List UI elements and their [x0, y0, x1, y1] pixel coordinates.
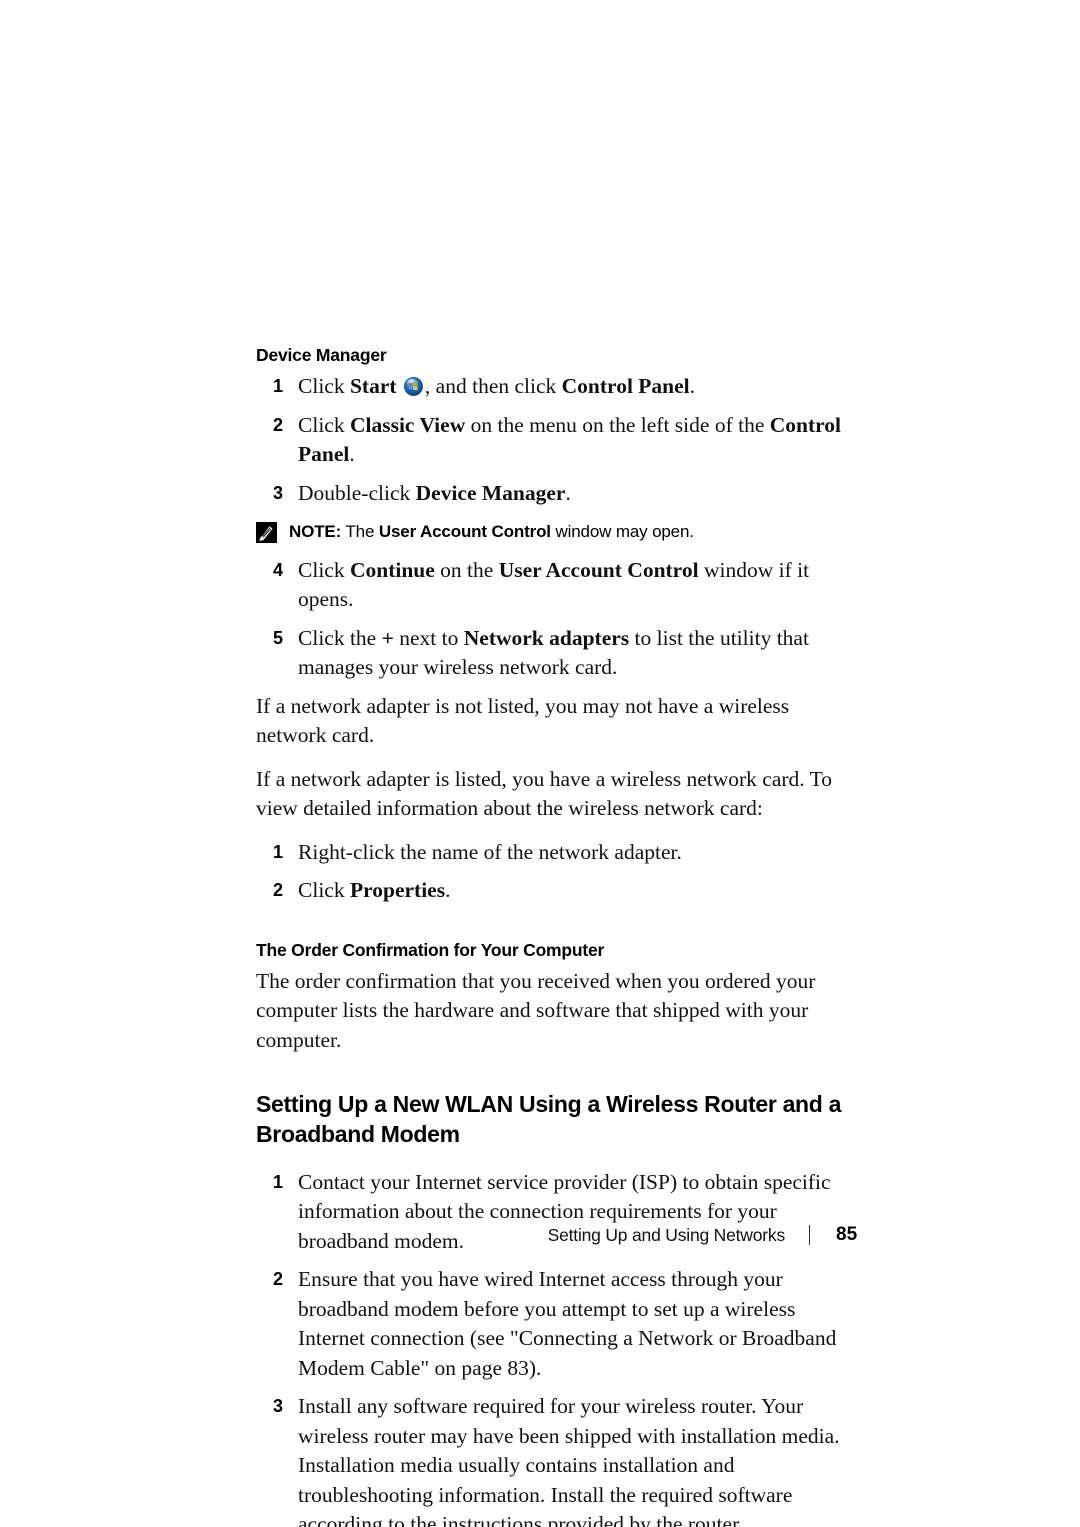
list-item: 1 Click Start , and then click Control P…	[256, 372, 862, 402]
list-item-number: 2	[272, 880, 283, 900]
footer-divider	[809, 1225, 810, 1245]
emphasis-text: Classic View	[349, 412, 466, 437]
section-setting-up-wlan: Setting Up a New WLAN Using a Wireless R…	[256, 1089, 862, 1150]
list-item-number: 5	[272, 627, 283, 648]
list-item-text: Click Start , and then click Control Pan…	[283, 372, 862, 402]
paragraph: The order confirmation that you received…	[256, 968, 816, 1052]
section-order-confirmation: The Order Confirmation for Your Computer…	[256, 940, 862, 1056]
manual-page: Device Manager 1 Click Start , and then …	[0, 0, 1080, 1527]
list-item: 2 Ensure that you have wired Internet ac…	[256, 1265, 862, 1383]
emphasis-text: Control Panel	[561, 374, 690, 398]
list-item-text: Click Continue on the User Account Contr…	[283, 556, 862, 615]
run-text: next to	[393, 625, 464, 650]
run-text: Double-click	[298, 480, 416, 505]
list-item-text: Double-click Device Manager.	[283, 479, 862, 509]
note-pencil-icon	[256, 522, 277, 543]
emphasis-text: User Account Control	[498, 557, 699, 582]
list-item-text: Install any software required for your w…	[283, 1392, 862, 1527]
run-text: .	[445, 878, 451, 902]
list-item: 3 Install any software required for your…	[256, 1392, 862, 1527]
device-manager-steps-2: 4 Click Continue on the User Account Con…	[256, 556, 862, 683]
heading-setting-up-wlan: Setting Up a New WLAN Using a Wireless R…	[256, 1091, 842, 1148]
run-text: Right-click the name of the network adap…	[298, 839, 682, 864]
emphasis-text: Properties	[349, 878, 446, 902]
list-item-text: Right-click the name of the network adap…	[283, 838, 862, 868]
emphasis-text: User Account Control	[378, 522, 551, 541]
list-item-number: 3	[272, 1396, 283, 1417]
paragraph: If a network adapter is listed, you have…	[256, 766, 833, 821]
run-text: .	[349, 442, 355, 466]
run-text: on the	[434, 557, 499, 582]
device-manager-steps-3: 1 Right-click the name of the network ad…	[256, 838, 862, 906]
run-text: Click	[298, 557, 350, 582]
list-item-text: Click the + next to Network adapters to …	[283, 624, 862, 683]
list-item-number: 1	[272, 1171, 283, 1192]
page-content: Device Manager 1 Click Start , and then …	[256, 345, 862, 1527]
run-text: .	[689, 374, 696, 398]
emphasis-text: Network adapters	[463, 625, 630, 650]
heading-device-manager: Device Manager	[256, 345, 387, 365]
list-item: 4 Click Continue on the User Account Con…	[256, 556, 862, 615]
list-item: 3 Double-click Device Manager.	[256, 479, 862, 509]
footer-chapter-title: Setting Up and Using Networks	[547, 1224, 786, 1245]
paragraph: If a network adapter is not listed, you …	[256, 693, 790, 748]
list-item-number: 2	[272, 1269, 283, 1290]
note-label: NOTE:	[289, 522, 342, 541]
page-footer: Setting Up and Using Networks 85	[0, 1224, 862, 1246]
heading-order-confirmation: The Order Confirmation for Your Computer	[256, 939, 605, 960]
list-item-number: 1	[272, 376, 283, 396]
emphasis-text: +	[381, 625, 394, 650]
note-text: NOTE: The User Account Control window ma…	[289, 517, 862, 547]
list-item-number: 3	[272, 482, 283, 503]
run-text	[397, 374, 402, 398]
run-text: window may open.	[550, 522, 694, 541]
list-item-number: 4	[272, 559, 283, 580]
section-device-manager: Device Manager 1 Click Start , and then …	[256, 345, 862, 906]
list-item-text: Click Properties.	[283, 876, 862, 906]
run-text: Click	[298, 878, 350, 902]
list-item: 1 Right-click the name of the network ad…	[256, 838, 862, 868]
run-text: , and then click	[424, 374, 562, 398]
list-item: 5 Click the + next to Network adapters t…	[256, 624, 862, 683]
emphasis-text: Device Manager	[415, 480, 566, 505]
list-item-text: Click Classic View on the menu on the le…	[283, 411, 862, 470]
emphasis-text: Continue	[349, 557, 435, 582]
windows-start-orb-icon[interactable]	[404, 375, 423, 396]
run-text: Click	[298, 374, 350, 398]
page-number: 85	[836, 1224, 858, 1245]
device-manager-steps-1: 1 Click Start , and then click Control P…	[256, 372, 862, 508]
list-item: 2 Click Classic View on the menu on the …	[256, 411, 862, 470]
note-body: The User Account Control window may open…	[341, 522, 694, 541]
run-text: Install any software required for your w…	[298, 1394, 840, 1527]
run-text: Click the	[298, 625, 382, 650]
list-item: 2 Click Properties.	[256, 876, 862, 906]
run-text: The	[341, 522, 379, 541]
list-item-text: Ensure that you have wired Internet acce…	[283, 1265, 862, 1383]
emphasis-text: Start	[349, 374, 397, 398]
wlan-steps: 1 Contact your Internet service provider…	[256, 1168, 862, 1527]
run-text: Ensure that you have wired Internet acce…	[298, 1267, 837, 1380]
list-item-number: 1	[272, 841, 283, 862]
run-text: on the menu on the left side of the	[465, 412, 770, 437]
list-item-number: 2	[272, 414, 283, 435]
run-text: Click	[298, 412, 350, 437]
run-text: .	[565, 480, 571, 505]
note-callout: NOTE: The User Account Control window ma…	[256, 517, 862, 547]
